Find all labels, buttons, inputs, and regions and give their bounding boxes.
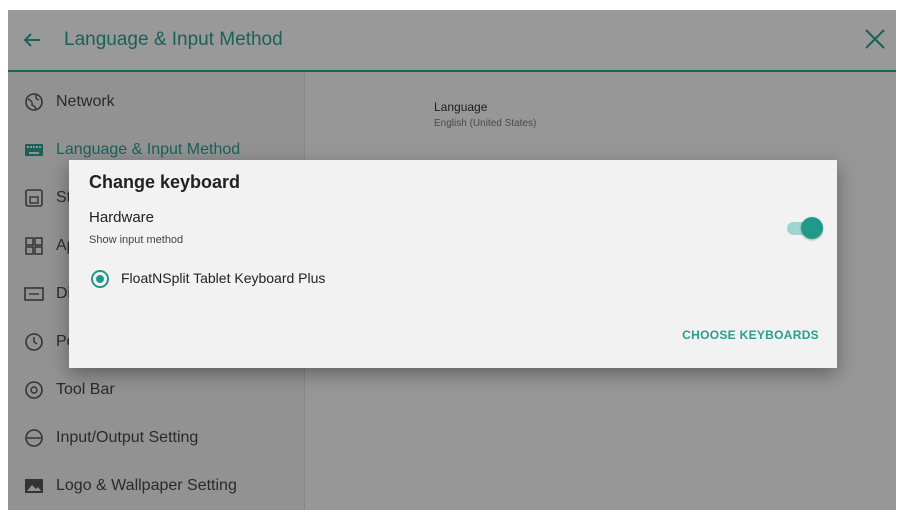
hardware-toggle[interactable] [787,216,823,240]
change-keyboard-dialog: Change keyboard Hardware Show input meth… [69,160,837,368]
hardware-label: Hardware [89,209,155,226]
choose-keyboards-button[interactable]: CHOOSE KEYBOARDS [682,328,819,342]
keyboard-option[interactable]: FloatNSplit Tablet Keyboard Plus [89,266,489,292]
toggle-thumb [801,217,823,239]
settings-screen: Language & Input Method Network Language… [8,10,896,510]
dialog-title: Change keyboard [89,172,241,192]
hardware-subtitle: Show input method [89,234,184,246]
keyboard-option-label: FloatNSplit Tablet Keyboard Plus [121,270,326,286]
radio-selected-dot [96,275,104,283]
radio-button[interactable] [91,270,109,288]
